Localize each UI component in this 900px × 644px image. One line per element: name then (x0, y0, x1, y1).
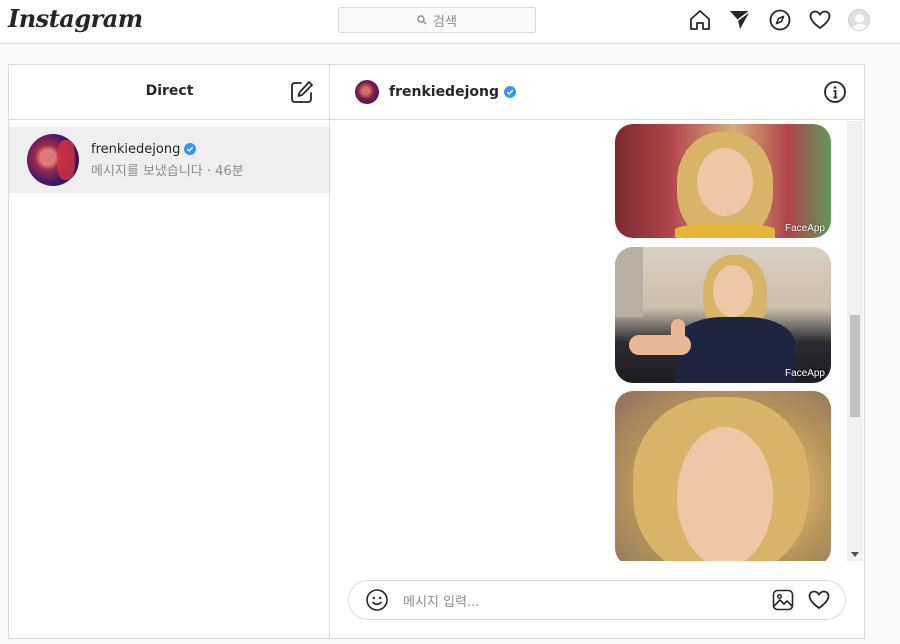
explore-icon[interactable] (768, 8, 792, 32)
search-input[interactable]: 검색 (338, 7, 536, 33)
search-icon (417, 15, 427, 25)
search-placeholder: 검색 (433, 14, 457, 30)
like-heart-icon[interactable] (807, 588, 831, 612)
message-input[interactable]: 메시지 입력... (403, 591, 771, 610)
top-nav: Instagram 검색 (0, 0, 900, 44)
info-icon[interactable] (823, 80, 847, 104)
conversation-avatar (27, 134, 79, 186)
conversation-preview: 메시지를 보냈습니다 · 46분 (91, 163, 244, 179)
emoji-icon[interactable] (365, 588, 389, 612)
conversation-item[interactable]: frenkiedejong 메시지를 보냈습니다 · 46분 (9, 127, 329, 193)
home-icon[interactable] (688, 8, 712, 32)
message-photo[interactable]: FaceApp (615, 247, 831, 383)
inbox-pane: Direct frenkiedejong 메시지를 보냈습니다 · 46분 (9, 65, 330, 638)
faceapp-watermark: FaceApp (784, 223, 825, 234)
inbox-header: Direct (9, 65, 329, 120)
verified-badge-icon (184, 143, 197, 155)
scroll-down-arrow-icon[interactable] (851, 552, 859, 557)
thread-header: frenkiedejong (330, 65, 864, 120)
message-scrollbar[interactable] (847, 121, 863, 561)
faceapp-watermark: FaceApp (784, 368, 825, 379)
direct-container: Direct frenkiedejong 메시지를 보냈습니다 · 46분 fr… (8, 64, 865, 639)
conversation-username: frenkiedejong (91, 141, 181, 157)
inbox-title: Direct (145, 83, 194, 99)
thread-pane: frenkiedejong FaceApp FaceApp 메시지 입력... (330, 65, 864, 638)
message-photo[interactable] (615, 391, 831, 561)
heart-icon[interactable] (808, 8, 832, 32)
scrollbar-thumb[interactable] (850, 315, 860, 417)
message-composer[interactable]: 메시지 입력... (348, 580, 846, 620)
instagram-logo[interactable]: Instagram (8, 4, 143, 33)
thread-avatar[interactable] (355, 80, 379, 104)
profile-avatar[interactable] (848, 9, 870, 31)
direct-icon[interactable] (728, 8, 752, 32)
message-list: FaceApp FaceApp (330, 121, 864, 561)
image-upload-icon[interactable] (771, 588, 795, 612)
message-photo[interactable]: FaceApp (615, 124, 831, 238)
thread-username[interactable]: frenkiedejong (389, 84, 499, 100)
compose-icon[interactable] (289, 79, 315, 105)
verified-badge-icon (503, 86, 516, 98)
